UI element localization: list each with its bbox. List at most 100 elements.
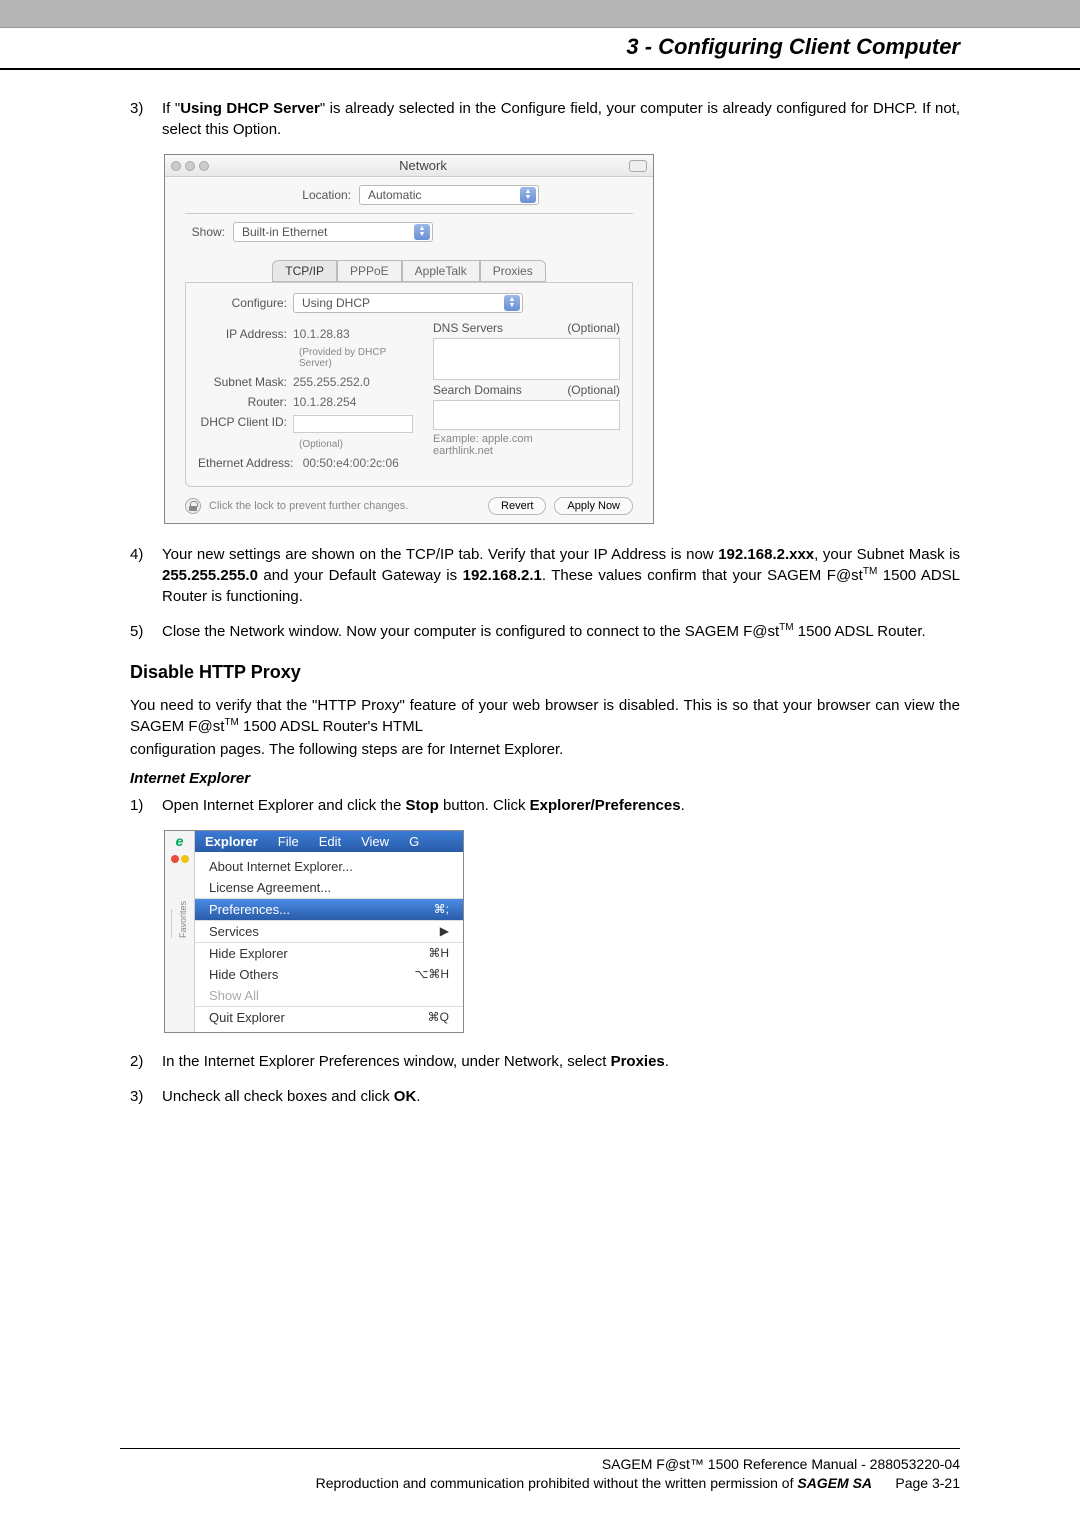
about-label: About Internet Explorer... [209,859,353,874]
chevron-updown-icon: ▲▼ [414,224,430,240]
zoom-icon[interactable] [199,161,209,171]
configure-value: Using DHCP [302,296,370,310]
client-id-input[interactable] [293,415,413,433]
network-title: Network [217,158,629,173]
prefs-shortcut: ⌘; [434,902,449,917]
ie-step-2-text: In the Internet Explorer Preferences win… [162,1051,960,1072]
step-4: 4) Your new settings are shown on the TC… [130,544,960,607]
p2b: 1500 ADSL Router's HTML [239,718,423,735]
subnet-value: 255.255.252.0 [293,375,370,389]
tab-appletalk[interactable]: AppleTalk [402,260,480,282]
tab-tcpip[interactable]: TCP/IP [272,260,337,282]
search-optional: (Optional) [567,383,620,397]
ie-step-2: 2) In the Internet Explorer Preferences … [130,1051,960,1072]
s3-pre: If " [162,100,180,117]
step-4-number: 4) [130,544,162,607]
sidebar-favorites-label: Favorites [171,909,188,938]
s4b3: 192.168.2.1 [463,567,542,584]
dns-optional: (Optional) [567,321,620,335]
revert-button[interactable]: Revert [488,497,546,515]
step-3-number: 3) [130,98,162,140]
s5t1: Close the Network window. Now your compu… [162,623,779,640]
search-label: Search Domains [433,383,522,397]
menu-item-hide-explorer[interactable]: Hide Explorer ⌘H [195,943,463,964]
close-icon[interactable] [171,161,181,171]
dns-input[interactable] [433,338,620,380]
ie2t1: In the Internet Explorer Preferences win… [162,1053,611,1070]
menu-item-license[interactable]: License Agreement... [195,877,463,898]
search-input[interactable] [433,400,620,430]
footer-line1: SAGEM F@st™ 1500 Reference Manual - 2880… [120,1455,960,1475]
s4t3: and your Default Gateway is [258,567,463,584]
menu-item-show-all: Show All [195,985,463,1006]
exp-right: Explorer File Edit View G About Internet… [195,831,463,1032]
tab-pppoe[interactable]: PPPoE [337,260,402,282]
minimize-icon[interactable] [185,161,195,171]
net-col-right: DNS Servers (Optional) Search Domains (O… [433,321,620,476]
menu-item-about[interactable]: About Internet Explorer... [195,856,463,877]
quit-label: Quit Explorer [209,1010,285,1025]
client-label: DHCP Client ID: [198,415,293,433]
prefs-label: Preferences... [209,902,290,917]
lock-icon[interactable] [185,498,201,514]
step-5-text: Close the Network window. Now your compu… [162,621,960,642]
apply-now-button[interactable]: Apply Now [554,497,633,515]
subnet-row: Subnet Mask: 255.255.252.0 [198,375,413,389]
ie-step-1-text: Open Internet Explorer and click the Sto… [162,795,960,816]
menu-more[interactable]: G [399,831,429,852]
menu-file[interactable]: File [268,831,309,852]
exp-sidebar: e Favorites [165,831,195,1032]
example-label: Example: [433,433,479,445]
menu-item-preferences[interactable]: Preferences... ⌘; [195,899,463,920]
net-col-left: IP Address: 10.1.28.83 (Provided by DHCP… [198,321,413,476]
s4tm: TM [863,566,877,577]
dns-label: DNS Servers [433,321,503,335]
menu-edit[interactable]: Edit [309,831,351,852]
subnet-label: Subnet Mask: [198,375,293,389]
hide-others-label: Hide Others [209,967,278,982]
ie-step-3: 3) Uncheck all check boxes and click OK. [130,1086,960,1107]
step-5-number: 5) [130,621,162,642]
net-grid: IP Address: 10.1.28.83 (Provided by DHCP… [198,321,620,476]
menu-item-services[interactable]: Services ▶ [195,921,463,942]
show-select[interactable]: Built-in Ethernet ▲▼ [233,222,433,242]
menubar: Explorer File Edit View G [195,831,463,852]
ie1t1: Open Internet Explorer and click the [162,797,405,814]
traffic-dots [171,161,209,171]
chevron-right-icon: ▶ [440,924,449,939]
s4b2: 255.255.255.0 [162,567,258,584]
menu-view[interactable]: View [351,831,399,852]
ie1t3: . [681,797,685,814]
show-label: Show: [187,225,233,239]
eth-value: 00:50:e4:00:2c:06 [303,456,399,470]
menu-explorer[interactable]: Explorer [195,831,268,852]
location-select[interactable]: Automatic ▲▼ [359,185,539,205]
toolbar-button-icon[interactable] [629,160,647,172]
quit-shortcut: ⌘Q [428,1010,449,1025]
menu-item-hide-others[interactable]: Hide Others ⌥⌘H [195,964,463,985]
ie2t2: . [665,1053,669,1070]
ip-value: 10.1.28.83 [293,327,350,341]
section-disable-http-proxy: Disable HTTP Proxy [130,662,960,683]
hide-others-shortcut: ⌥⌘H [415,967,450,982]
para-proxy: You need to verify that the "HTTP Proxy"… [130,695,960,737]
content: 3) If "Using DHCP Server" is already sel… [0,98,1080,1107]
router-row: Router: 10.1.28.254 [198,395,413,409]
circle-icon [181,855,189,863]
ie-step-3-text: Uncheck all check boxes and click OK. [162,1086,960,1107]
ie-step-1-number: 1) [130,795,162,816]
ip-label: IP Address: [198,327,293,341]
para-proxy-2: configuration pages. The following steps… [130,739,960,760]
hide-exp-label: Hide Explorer [209,946,288,961]
tab-proxies[interactable]: Proxies [480,260,546,282]
menu-item-quit[interactable]: Quit Explorer ⌘Q [195,1007,463,1028]
client-sub: (Optional) [198,439,413,450]
client-row: DHCP Client ID: [198,415,413,433]
s5tm: TM [779,622,793,633]
configure-select[interactable]: Using DHCP ▲▼ [293,293,523,313]
step-3: 3) If "Using DHCP Server" is already sel… [130,98,960,140]
show-row: Show: Built-in Ethernet ▲▼ [165,214,653,250]
hide-exp-shortcut: ⌘H [428,946,449,961]
lock-text: Click the lock to prevent further change… [209,500,480,512]
tcpip-panel: Configure: Using DHCP ▲▼ IP Address: 10.… [185,282,633,487]
